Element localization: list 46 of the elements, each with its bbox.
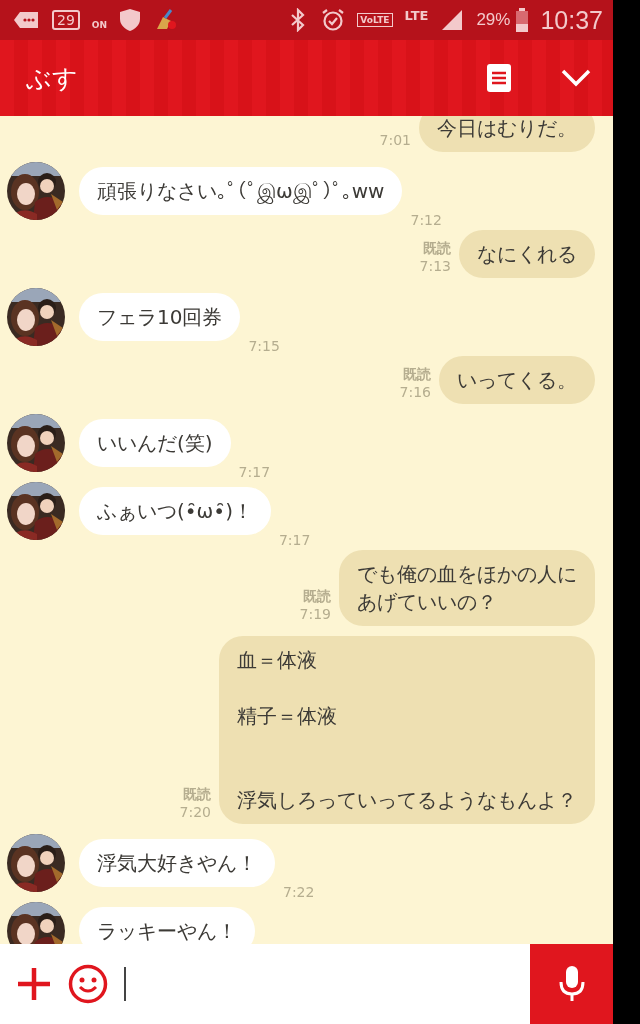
message-bubble: ラッキーやん！ [79,907,255,944]
battery-icon [516,8,529,32]
hotspot-status: ON [91,19,107,30]
message-time: 7:17 [238,464,271,480]
alarm-icon [321,8,346,32]
message-bubble: いいんだ(笑) [79,419,231,467]
chevron-down-icon[interactable] [561,69,591,87]
message-time: 7:13 [419,258,451,274]
message-line: あげていいの？ [357,589,498,616]
message-line: 浮気しろっていってるようなもんよ？ [237,787,577,814]
smiley-icon[interactable] [68,964,108,1004]
signal-icon [440,8,465,32]
message-icon [12,10,40,30]
message-bubble: いってくる。 [439,356,595,404]
message-bubble: なにくれる [459,230,595,278]
message-bubble: 頑張りなさい｡ﾟ(ﾟஇωஇﾟ)ﾟ｡ww [79,167,403,215]
microphone-icon [557,966,586,1002]
message-time: 7:12 [410,212,442,228]
message-bubble: フェラ10回券 [79,293,241,341]
battery-percent: 29% [476,10,511,30]
message-time: 7:17 [278,532,311,548]
read-receipt: 既読 [183,786,211,804]
notes-icon[interactable] [487,64,511,92]
read-receipt: 既読 [423,240,451,258]
message-bubble: 今日はむりだ。 [419,116,595,152]
microphone-button[interactable] [530,944,613,1024]
network-type: LTE [404,7,429,23]
chat-title: ぶす [26,62,78,95]
clock: 10:37 [540,5,603,35]
message-bubble: 浮気大好きやん！ [79,839,275,887]
message-time: 7:16 [399,384,431,400]
message-bubble: ふぁいつ(•̑ω•̑)！ [79,487,271,535]
message-time: 7:20 [179,804,211,820]
volte-indicator: VoLTE [357,13,393,27]
message-time: 7:22 [283,884,315,900]
plus-icon[interactable] [16,966,52,1002]
message-time: 7:15 [248,338,280,354]
message-line: でも俺の血をほかの人に [357,561,577,588]
read-receipt: 既読 [403,366,431,384]
message-time: 7:01 [379,132,411,148]
read-receipt: 既読 [303,588,331,606]
message-line: 血＝体液 [237,647,318,674]
shield-icon [119,8,141,32]
message-line: 精子＝体液 [237,703,338,730]
message-time: 7:19 [299,606,331,622]
calendar-date: 29 [52,10,80,30]
